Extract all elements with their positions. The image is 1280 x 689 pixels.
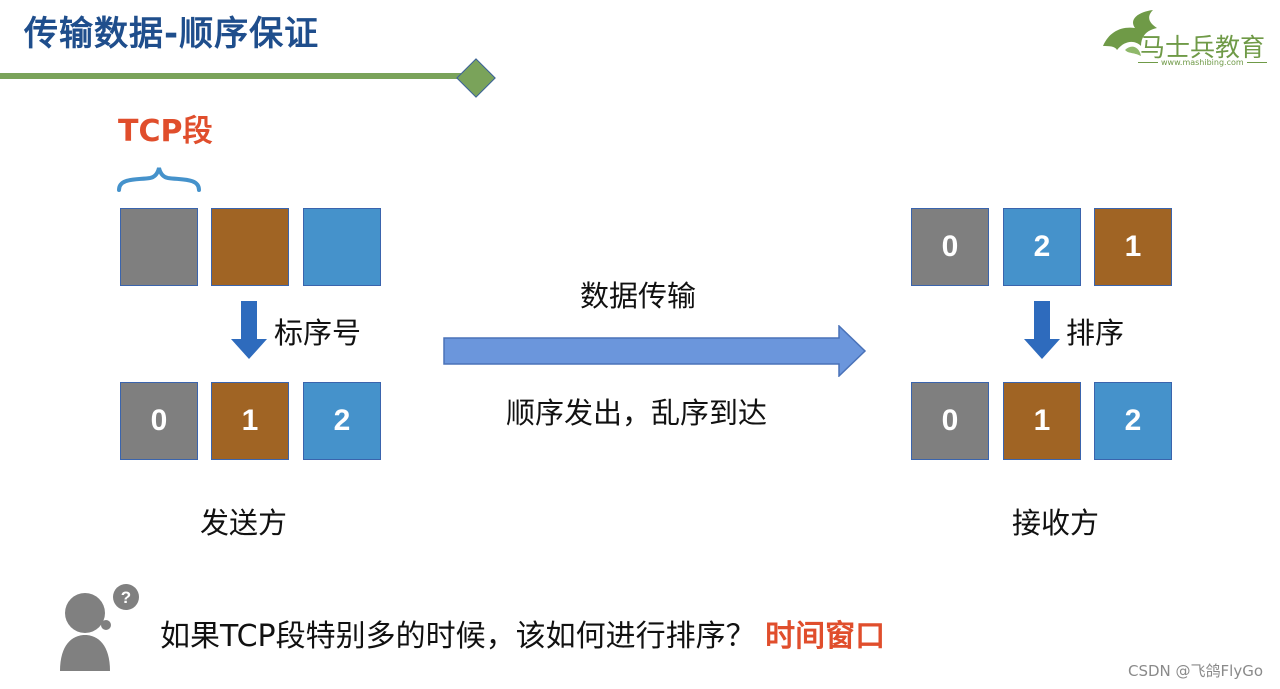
receiver-arrived-segment-0: 0 <box>911 208 989 286</box>
sender-label: 发送方 <box>200 506 288 540</box>
sender-segment-unnumbered <box>120 208 198 286</box>
sender-segment-0: 0 <box>120 382 198 460</box>
slide-title: 传输数据-顺序保证 <box>24 14 320 54</box>
title-diamond-ornament <box>456 58 496 98</box>
sender-segment-2: 2 <box>303 382 381 460</box>
svg-text:?: ? <box>121 588 131 607</box>
receiver-sorted-segment-2: 2 <box>1094 382 1172 460</box>
curly-brace-icon <box>117 167 201 192</box>
sender-step-label: 标序号 <box>274 316 362 350</box>
tcp-segment-label: TCP段 <box>118 114 213 149</box>
question-text: 如果TCP段特别多的时候，该如何进行排序？ 时间窗口 <box>160 611 885 655</box>
question-body: 如果TCP段特别多的时候，该如何进行排序？ <box>160 619 756 654</box>
person-question-icon: ? <box>60 584 139 671</box>
transfer-right-arrow-icon <box>443 325 867 377</box>
transfer-top-label: 数据传输 <box>580 279 697 313</box>
receiver-arrived-segment-1: 1 <box>1094 208 1172 286</box>
receiver-arrived-segment-2: 2 <box>1003 208 1081 286</box>
title-underline <box>0 73 462 79</box>
question-answer: 时间窗口 <box>765 619 886 654</box>
sender-segment-unnumbered <box>211 208 289 286</box>
receiver-sorted-segment-0: 0 <box>911 382 989 460</box>
receiver-step-label: 排序 <box>1066 316 1125 350</box>
logo-url: www.mashibing.com <box>1135 58 1270 67</box>
receiver-label: 接收方 <box>1012 506 1100 540</box>
receiver-down-arrow-icon <box>1024 301 1060 359</box>
receiver-sorted-segment-1: 1 <box>1003 382 1081 460</box>
transfer-bottom-label: 顺序发出，乱序到达 <box>506 396 768 430</box>
watermark: CSDN @飞鸽FlyGo <box>1128 662 1264 680</box>
sender-segment-1: 1 <box>211 382 289 460</box>
sender-segment-unnumbered <box>303 208 381 286</box>
sender-down-arrow-icon <box>231 301 267 359</box>
